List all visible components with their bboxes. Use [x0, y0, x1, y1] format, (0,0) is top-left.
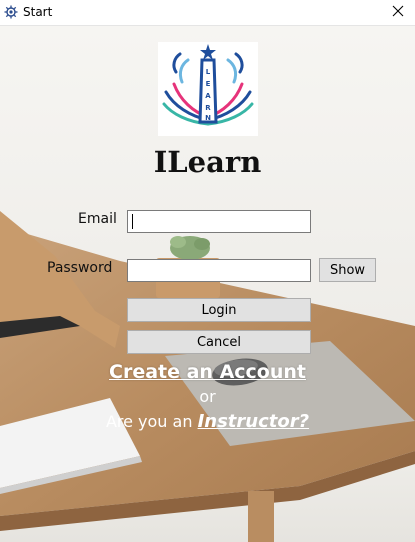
text-caret: [132, 214, 133, 229]
gear-icon: [4, 5, 18, 19]
create-account-link[interactable]: Create an Account: [0, 361, 415, 383]
svg-text:R: R: [205, 104, 211, 112]
title-bar: Start: [0, 0, 415, 26]
email-field[interactable]: [127, 210, 311, 233]
close-button[interactable]: [381, 0, 415, 25]
ilearn-logo: L E A R N: [158, 42, 258, 136]
svg-text:N: N: [205, 114, 211, 122]
svg-text:E: E: [206, 80, 211, 88]
show-password-button[interactable]: Show: [319, 258, 376, 282]
client-area: L E A R N ILearn Email Password Show Log…: [0, 26, 415, 542]
start-window: Start L E A R N ILearn Email Password Sh…: [0, 0, 415, 542]
svg-text:A: A: [205, 92, 211, 100]
svg-text:L: L: [206, 68, 211, 76]
close-icon: [392, 4, 404, 22]
password-label: Password: [47, 260, 113, 276]
instructor-prefix: Are you an: [105, 412, 198, 431]
window-title: Start: [23, 5, 53, 19]
app-title: ILearn: [153, 145, 262, 179]
password-field[interactable]: [127, 259, 311, 282]
instructor-prompt: Are you an Instructor?: [0, 411, 415, 432]
or-text: or: [199, 387, 216, 406]
cancel-button[interactable]: Cancel: [127, 330, 311, 354]
email-label: Email: [78, 211, 117, 227]
instructor-link[interactable]: Instructor?: [198, 411, 309, 432]
login-button[interactable]: Login: [127, 298, 311, 322]
